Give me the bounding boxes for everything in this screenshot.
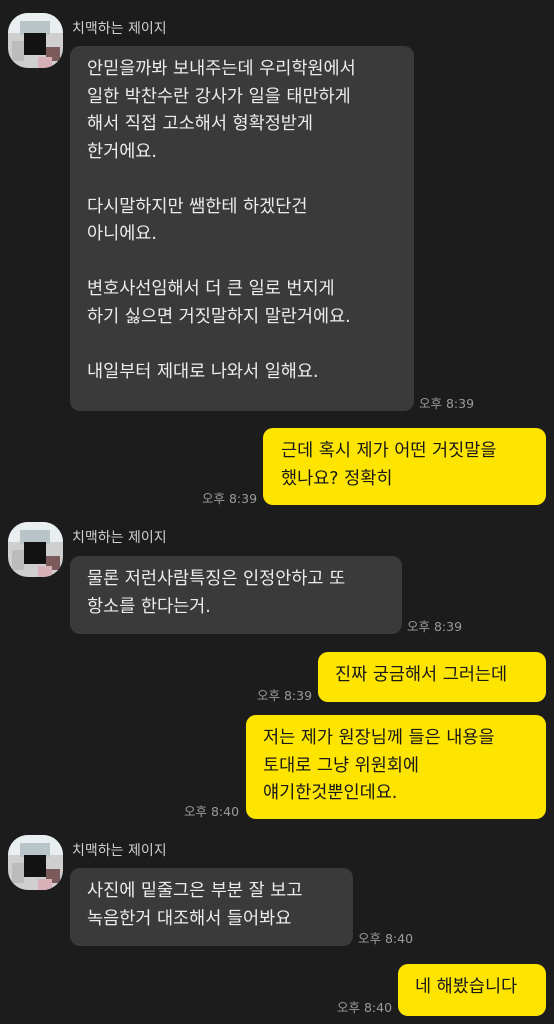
message-bubble-outgoing[interactable]: 저는 제가 원장님께 들은 내용을 토대로 그냥 위원회에 얘기한것뿐인데요.	[246, 715, 546, 819]
message-timestamp: 오후 8:40	[358, 931, 414, 946]
message-bubble-outgoing[interactable]: 근데 혹시 제가 어떤 거짓말을 했나요? 정확히	[263, 428, 546, 505]
message-timestamp: 오후 8:40	[184, 804, 240, 819]
message-bubble-incoming[interactable]: 사진에 밑줄그은 부분 잘 보고 녹음한거 대조해서 들어봐요	[70, 868, 353, 946]
message-timestamp: 오후 8:39	[257, 688, 313, 703]
message-bubble-incoming[interactable]: 물론 저런사람특징은 인정안하고 또 항소를 한다는거.	[70, 556, 402, 634]
message-bubble-outgoing[interactable]: 진짜 궁금해서 그러는데	[318, 652, 546, 702]
message-timestamp: 오후 8:39	[407, 619, 463, 634]
message-timestamp: 오후 8:39	[202, 491, 258, 506]
sender-name: 치맥하는 제이지	[72, 21, 167, 37]
message-bubble-outgoing[interactable]: 네 해봤습니다	[398, 964, 546, 1016]
sender-avatar-icon[interactable]	[8, 522, 63, 577]
sender-avatar-icon[interactable]	[8, 13, 63, 68]
message-bubble-incoming[interactable]: 안믿을까봐 보내주는데 우리학원에서 일한 박찬수란 강사가 일을 태만하게 해…	[70, 46, 414, 411]
message-timestamp: 오후 8:40	[337, 1000, 393, 1015]
sender-name: 치맥하는 제이지	[72, 530, 167, 546]
sender-avatar-icon[interactable]	[8, 835, 63, 890]
message-timestamp: 오후 8:39	[419, 396, 475, 411]
sender-name: 치맥하는 제이지	[72, 843, 167, 859]
